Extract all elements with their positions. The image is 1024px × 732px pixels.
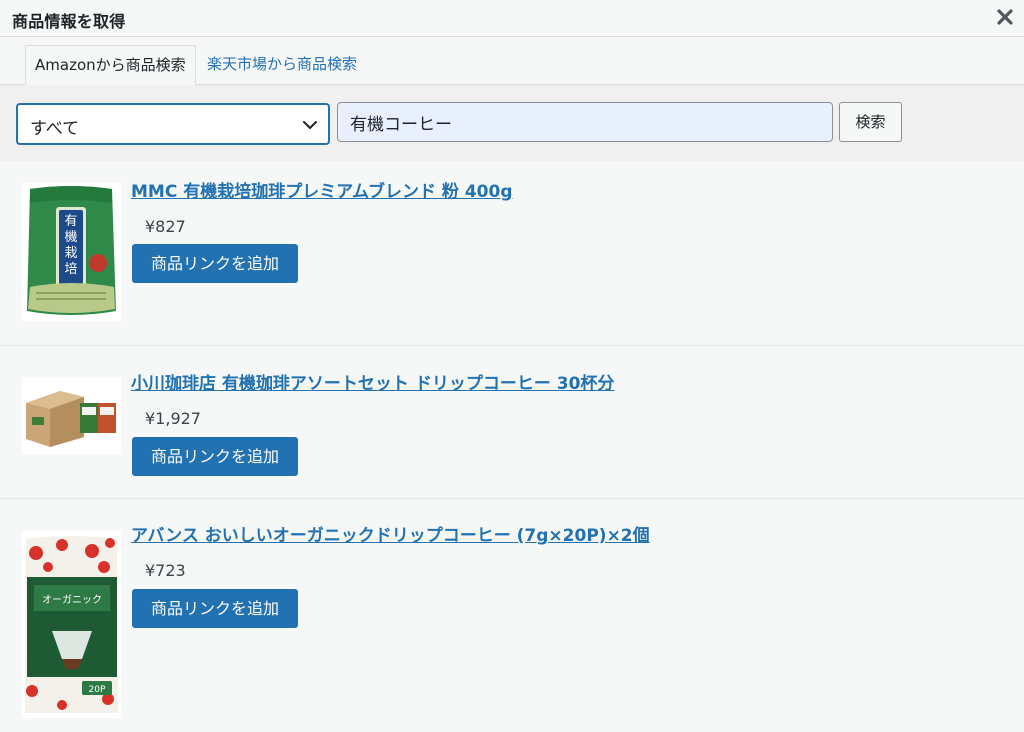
result-item: オーガニック 20P アバンス おいしいオーガニックドリップコーヒー (7g×2… [0,499,1024,732]
product-price: ¥723 [145,561,186,580]
add-product-link-button[interactable]: 商品リンクを追加 [132,437,298,476]
svg-text:栽: 栽 [64,245,77,261]
source-tabs: Amazonから商品検索 楽天市場から商品検索 [0,37,1024,85]
product-price: ¥1,927 [145,409,201,428]
product-info-dialog: 商品情報を取得 Amazonから商品検索 楽天市場から商品検索 すべて 検索 [0,0,1024,732]
result-item: 有 機 栽 培 MMC 有機栽培珈琲プレミアムブレンド 粉 400g ¥827 … [0,161,1024,346]
product-title-link[interactable]: 小川珈琲店 有機珈琲アソートセット ドリップコーヒー 30杯分 [131,369,614,394]
svg-text:オーガニック: オーガニック [42,594,102,606]
close-icon [997,9,1013,25]
product-image: オーガニック 20P [22,531,121,718]
product-title-link[interactable]: アバンス おいしいオーガニックドリップコーヒー (7g×20P)×2個 [131,521,650,546]
product-image: 有 機 栽 培 [22,183,121,321]
chevron-down-icon [302,117,318,137]
svg-text:培: 培 [64,261,77,277]
svg-text:有: 有 [64,214,77,229]
tab-amazon[interactable]: Amazonから商品検索 [25,45,196,85]
dialog-header: 商品情報を取得 [0,0,1024,37]
product-image [22,377,121,454]
result-list: 有 機 栽 培 MMC 有機栽培珈琲プレミアムブレンド 粉 400g ¥827 … [0,161,1024,732]
category-select-value: すべて [30,119,80,139]
add-product-link-button[interactable]: 商品リンクを追加 [132,589,298,628]
svg-text:20P: 20P [89,685,106,695]
product-title-link[interactable]: MMC 有機栽培珈琲プレミアムブレンド 粉 400g [131,177,513,202]
product-price: ¥827 [145,217,186,236]
search-input[interactable] [337,102,833,142]
result-item: 小川珈琲店 有機珈琲アソートセット ドリップコーヒー 30杯分 ¥1,927 商… [0,346,1024,499]
category-select[interactable]: すべて [16,103,330,145]
close-button[interactable] [994,6,1016,28]
search-bar: すべて 検索 [0,85,1024,161]
svg-text:機: 機 [64,230,77,245]
tab-rakuten[interactable]: 楽天市場から商品検索 [198,45,366,85]
search-button[interactable]: 検索 [839,102,902,142]
add-product-link-button[interactable]: 商品リンクを追加 [132,244,298,283]
dialog-title: 商品情報を取得 [12,12,126,31]
